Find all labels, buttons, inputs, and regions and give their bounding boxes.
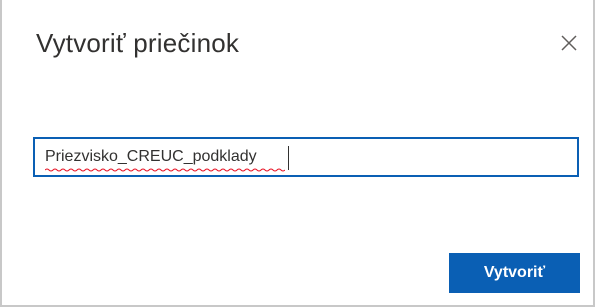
create-folder-dialog: Vytvoriť priečinok Vytvoriť xyxy=(0,0,595,307)
folder-name-input[interactable] xyxy=(33,137,579,177)
close-icon-graphic xyxy=(561,35,577,51)
create-button[interactable]: Vytvoriť xyxy=(449,253,580,293)
close-icon[interactable] xyxy=(559,33,579,53)
dialog-title: Vytvoriť priečinok xyxy=(36,28,240,58)
text-cursor xyxy=(288,146,289,170)
